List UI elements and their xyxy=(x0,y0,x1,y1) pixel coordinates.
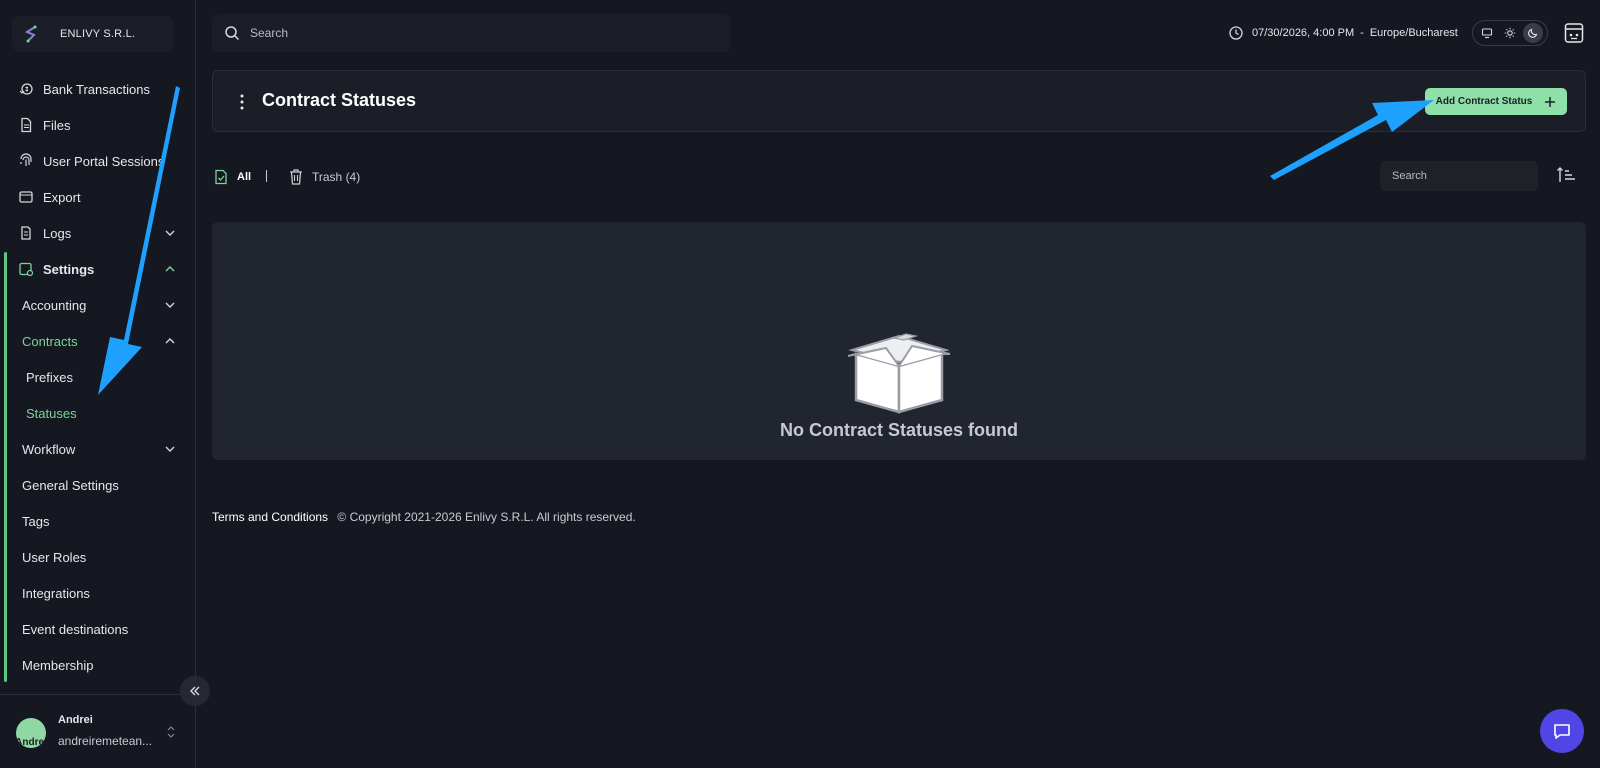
filter-all-label: All xyxy=(237,171,252,183)
sidebar-item-general-settings[interactable]: General Settings xyxy=(22,470,186,500)
sidebar-item-files[interactable]: Files xyxy=(0,109,186,141)
user-menu[interactable]: Andrei Andrei andreiremetean... xyxy=(16,712,186,756)
double-chevron-left-icon xyxy=(190,686,200,696)
list-search[interactable] xyxy=(1380,161,1538,191)
sidebar-item-label: Files xyxy=(43,117,71,133)
timezone-value: Europe/Bucharest xyxy=(1369,27,1458,39)
organization-name: ENLIVY S.R.L. xyxy=(60,28,136,40)
sidebar-item-label: Integrations xyxy=(22,585,90,601)
theme-switcher xyxy=(1472,20,1548,46)
sidebar-item-label: Prefixes xyxy=(26,369,73,385)
sidebar-item-label: User Roles xyxy=(22,549,87,565)
sidebar: ENLIVY S.R.L. Bank Transactions Files Us… xyxy=(0,0,196,768)
filter-separator xyxy=(266,170,267,182)
page-title: Contract Statuses xyxy=(262,90,417,110)
sidebar-divider xyxy=(0,694,196,695)
add-button-label: Add Contract Status xyxy=(1435,96,1533,107)
organization-switcher[interactable]: ENLIVY S.R.L. xyxy=(12,16,174,52)
sun-icon xyxy=(1504,27,1516,39)
system-theme-button[interactable] xyxy=(1477,23,1497,43)
chevron-up-down-icon[interactable] xyxy=(166,724,176,740)
sidebar-item-user-roles[interactable]: User Roles xyxy=(22,542,186,572)
footer: Terms and Conditions © Copyright 2021-20… xyxy=(212,510,636,524)
plus-icon xyxy=(1545,96,1556,107)
clock-icon xyxy=(1229,26,1243,40)
bank-transactions-icon xyxy=(18,81,34,97)
sidebar-item-label: Logs xyxy=(43,225,72,241)
file-icon xyxy=(18,117,34,133)
page-header: Contract Statuses Add Contract Status xyxy=(212,70,1586,132)
sidebar-item-tags[interactable]: Tags xyxy=(22,506,186,536)
kebab-menu-icon[interactable] xyxy=(237,93,247,111)
global-search[interactable] xyxy=(212,14,730,52)
sidebar-item-label: Contracts xyxy=(22,333,78,349)
app-launcher-icon[interactable] xyxy=(1564,22,1584,44)
sidebar-item-workflow[interactable]: Workflow xyxy=(22,434,186,464)
sort-ascending-icon[interactable] xyxy=(1556,166,1576,184)
sidebar-item-label: Tags xyxy=(22,513,50,529)
empty-box-icon xyxy=(847,333,951,414)
sidebar-item-label: User Portal Sessions xyxy=(43,153,165,169)
search-icon xyxy=(225,26,240,41)
sidebar-item-integrations[interactable]: Integrations xyxy=(22,578,186,608)
chevron-down-icon xyxy=(165,302,175,308)
chevron-down-icon xyxy=(165,446,175,452)
copyright-text: © Copyright 2021-2026 Enlivy S.R.L. All … xyxy=(337,510,636,524)
sidebar-item-label: Accounting xyxy=(22,297,87,313)
sidebar-item-user-portal-sessions[interactable]: User Portal Sessions xyxy=(0,145,186,177)
brand-logo-icon xyxy=(20,23,42,45)
terms-link[interactable]: Terms and Conditions xyxy=(212,510,328,524)
sidebar-item-label: Event destinations xyxy=(22,621,129,637)
datetime-value: 07/30/2026, 4:00 PM xyxy=(1252,27,1355,39)
list-search-input[interactable] xyxy=(1392,170,1522,182)
dark-theme-button[interactable] xyxy=(1522,23,1543,43)
sidebar-item-bank-transactions[interactable]: Bank Transactions xyxy=(0,73,186,105)
empty-state: No Contract Statuses found xyxy=(212,222,1586,460)
add-contract-status-button[interactable]: Add Contract Status xyxy=(1425,88,1567,115)
sidebar-item-membership[interactable]: Membership xyxy=(22,650,186,680)
datetime-separator: - xyxy=(1360,27,1364,39)
filter-all-tab[interactable]: All xyxy=(214,168,251,186)
logs-icon xyxy=(18,225,34,241)
chevron-up-icon xyxy=(165,266,175,272)
empty-state-message: No Contract Statuses found xyxy=(779,420,1018,440)
sidebar-item-statuses[interactable]: Statuses xyxy=(26,398,186,428)
light-theme-button[interactable] xyxy=(1500,23,1520,43)
sidebar-item-label: Bank Transactions xyxy=(43,81,150,97)
collapse-sidebar-button[interactable] xyxy=(180,676,210,706)
sidebar-item-event-destinations[interactable]: Event destinations xyxy=(22,614,186,644)
avatar: Andrei xyxy=(16,718,46,748)
filter-trash-tab[interactable]: Trash (4) xyxy=(288,168,360,186)
trash-icon xyxy=(290,169,302,185)
user-email: andreiremetean... xyxy=(58,734,153,748)
current-datetime: 07/30/2026, 4:00 PM - Europe/Bucharest xyxy=(1229,24,1458,42)
settings-icon xyxy=(18,261,34,277)
sidebar-item-settings[interactable]: Settings xyxy=(0,253,186,285)
sidebar-item-label: Workflow xyxy=(22,441,76,457)
user-name: Andrei xyxy=(58,714,93,726)
sidebar-item-accounting[interactable]: Accounting xyxy=(22,290,186,320)
monitor-icon xyxy=(1482,28,1493,39)
export-icon xyxy=(18,189,34,205)
moon-icon xyxy=(1527,28,1537,38)
sidebar-item-label: Settings xyxy=(43,261,95,277)
sidebar-item-label: Export xyxy=(43,189,81,205)
chat-icon xyxy=(1554,724,1570,739)
sidebar-item-contracts[interactable]: Contracts xyxy=(22,326,186,356)
sidebar-item-label: Statuses xyxy=(26,405,77,421)
sidebar-item-logs[interactable]: Logs xyxy=(0,217,186,249)
chat-button[interactable] xyxy=(1540,709,1584,753)
file-check-icon xyxy=(215,169,227,185)
chevron-up-icon xyxy=(165,338,175,344)
settings-active-indicator xyxy=(4,252,7,682)
search-input[interactable] xyxy=(250,26,690,40)
chevron-down-icon xyxy=(165,230,175,236)
sidebar-item-label: General Settings xyxy=(22,477,119,493)
sidebar-item-export[interactable]: Export xyxy=(0,181,186,213)
sidebar-item-prefixes[interactable]: Prefixes xyxy=(26,362,186,392)
fingerprint-icon xyxy=(18,153,34,169)
sidebar-item-label: Membership xyxy=(22,657,94,673)
filter-trash-label: Trash (4) xyxy=(312,170,361,184)
